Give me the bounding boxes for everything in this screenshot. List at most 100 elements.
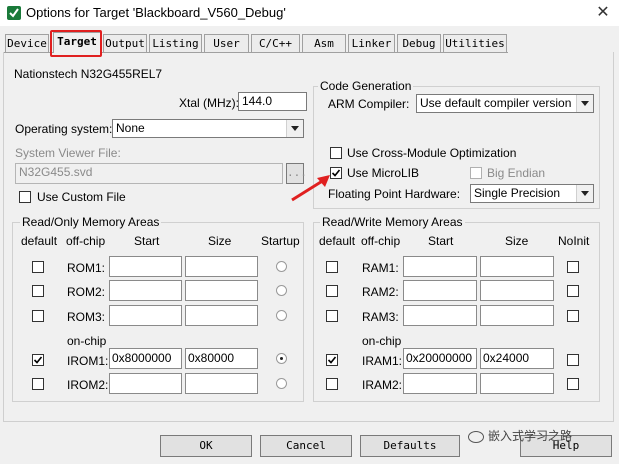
ram2-default-checkbox[interactable] xyxy=(326,285,338,297)
tab-user[interactable]: User xyxy=(204,34,249,52)
os-label: Operating system: xyxy=(15,122,113,136)
rw-memory-title: Read/Write Memory Areas xyxy=(320,215,465,229)
rw-col-offchip: off-chip xyxy=(361,234,401,248)
microlib-label: Use MicroLIB xyxy=(347,166,420,180)
rom2-default-checkbox[interactable] xyxy=(32,285,44,297)
ram3-noinit-checkbox[interactable] xyxy=(567,310,579,322)
tab-highlight-box xyxy=(50,30,102,57)
defaults-button[interactable]: Defaults xyxy=(360,435,460,457)
wechat-icon xyxy=(468,430,484,443)
app-icon xyxy=(6,5,22,21)
iram1-start-input[interactable]: 0x20000000 xyxy=(403,348,477,369)
rom2-label: ROM2: xyxy=(67,285,106,299)
ram2-noinit-checkbox[interactable] xyxy=(567,285,579,297)
ram3-label: RAM3: xyxy=(362,310,399,324)
tab-linker[interactable]: Linker xyxy=(348,34,395,52)
rw-col-noinit: NoInit xyxy=(558,234,590,248)
tab-utilities[interactable]: Utilities xyxy=(443,34,507,52)
window-title: Options for Target 'Blackboard_V560_Debu… xyxy=(26,5,286,20)
ro-memory-title: Read/Only Memory Areas xyxy=(20,215,162,229)
iram1-size-input[interactable]: 0x24000 xyxy=(480,348,554,369)
cross-module-label: Use Cross-Module Optimization xyxy=(347,146,517,160)
irom1-startup-radio[interactable] xyxy=(276,353,287,364)
rom1-startup-radio[interactable] xyxy=(276,261,287,272)
iram2-default-checkbox[interactable] xyxy=(326,378,338,390)
rom3-default-checkbox[interactable] xyxy=(32,310,44,322)
rom1-default-checkbox[interactable] xyxy=(32,261,44,273)
arm-compiler-select[interactable]: Use default compiler version xyxy=(416,94,594,113)
rom2-size-input[interactable] xyxy=(185,280,258,301)
rom1-size-input[interactable] xyxy=(185,256,258,277)
tab-device[interactable]: Device xyxy=(5,34,49,52)
ram1-start-input[interactable] xyxy=(403,256,477,277)
cancel-button[interactable]: Cancel xyxy=(260,435,352,457)
xtal-input[interactable]: 144.0 xyxy=(238,92,307,111)
ro-onchip-label: on-chip xyxy=(67,334,107,348)
close-icon[interactable]: ✕ xyxy=(588,1,618,25)
iram1-default-checkbox[interactable] xyxy=(326,354,338,366)
ram1-size-input[interactable] xyxy=(480,256,554,277)
big-endian-checkbox[interactable] xyxy=(470,167,482,179)
irom2-startup-radio[interactable] xyxy=(276,378,287,389)
ram1-noinit-checkbox[interactable] xyxy=(567,261,579,273)
rom2-start-input[interactable] xyxy=(109,280,182,301)
code-generation-title: Code Generation xyxy=(318,79,414,93)
ram3-default-checkbox[interactable] xyxy=(326,310,338,322)
chevron-down-icon[interactable] xyxy=(576,95,593,112)
tab-asm[interactable]: Asm xyxy=(302,34,346,52)
fp-hardware-select[interactable]: Single Precision xyxy=(470,184,594,203)
iram2-start-input[interactable] xyxy=(403,373,477,394)
rom3-label: ROM3: xyxy=(67,310,106,324)
ro-col-start: Start xyxy=(134,234,160,248)
ram1-default-checkbox[interactable] xyxy=(326,261,338,273)
irom2-start-input[interactable] xyxy=(109,373,182,394)
ram2-start-input[interactable] xyxy=(403,280,477,301)
os-select[interactable]: None xyxy=(112,119,304,138)
iram2-label: IRAM2: xyxy=(362,378,403,392)
irom2-size-input[interactable] xyxy=(185,373,258,394)
ro-col-default: default xyxy=(21,234,58,248)
rom3-startup-radio[interactable] xyxy=(276,310,287,321)
ok-button[interactable]: OK xyxy=(160,435,252,457)
chevron-down-icon[interactable] xyxy=(576,185,593,202)
iram1-noinit-checkbox[interactable] xyxy=(567,354,579,366)
irom1-start-input[interactable]: 0x8000000 xyxy=(109,348,182,369)
tab-output[interactable]: Output xyxy=(103,34,147,52)
rom3-size-input[interactable] xyxy=(185,305,258,326)
ro-col-size: Size xyxy=(208,234,232,248)
tab-debug[interactable]: Debug xyxy=(397,34,441,52)
rw-col-default: default xyxy=(319,234,356,248)
cross-module-checkbox[interactable] xyxy=(330,147,342,159)
ro-col-offchip: off-chip xyxy=(66,234,106,248)
irom2-default-checkbox[interactable] xyxy=(32,378,44,390)
arm-compiler-value: Use default compiler version xyxy=(420,96,572,110)
arm-compiler-label: ARM Compiler: xyxy=(328,97,410,111)
irom1-default-checkbox[interactable] xyxy=(32,354,44,366)
tab-c-cpp[interactable]: C/C++ xyxy=(251,34,300,52)
svd-label: System Viewer File: xyxy=(15,146,121,160)
check-icon xyxy=(33,356,43,364)
irom1-size-input[interactable]: 0x80000 xyxy=(185,348,258,369)
device-name: Nationstech N32G455REL7 xyxy=(14,67,163,81)
iram2-size-input[interactable] xyxy=(480,373,554,394)
rom1-start-input[interactable] xyxy=(109,256,182,277)
watermark-text: 嵌入式学习之路 xyxy=(488,429,573,443)
fp-hardware-value: Single Precision xyxy=(474,186,561,200)
fp-hardware-label: Floating Point Hardware: xyxy=(328,187,461,201)
tab-listing[interactable]: Listing xyxy=(149,34,202,52)
iram2-noinit-checkbox[interactable] xyxy=(567,378,579,390)
chevron-down-icon[interactable] xyxy=(286,120,303,137)
os-select-value: None xyxy=(116,121,145,135)
ram2-label: RAM2: xyxy=(362,285,399,299)
rom1-label: ROM1: xyxy=(67,261,106,275)
use-custom-file-checkbox[interactable] xyxy=(19,191,31,203)
irom1-label: IROM1: xyxy=(67,354,109,368)
ram3-start-input[interactable] xyxy=(403,305,477,326)
rom2-startup-radio[interactable] xyxy=(276,285,287,296)
svd-input[interactable]: N32G455.svd xyxy=(15,163,283,184)
use-custom-file-label: Use Custom File xyxy=(37,190,126,204)
ram2-size-input[interactable] xyxy=(480,280,554,301)
ram3-size-input[interactable] xyxy=(480,305,554,326)
rom3-start-input[interactable] xyxy=(109,305,182,326)
irom2-label: IROM2: xyxy=(67,378,109,392)
